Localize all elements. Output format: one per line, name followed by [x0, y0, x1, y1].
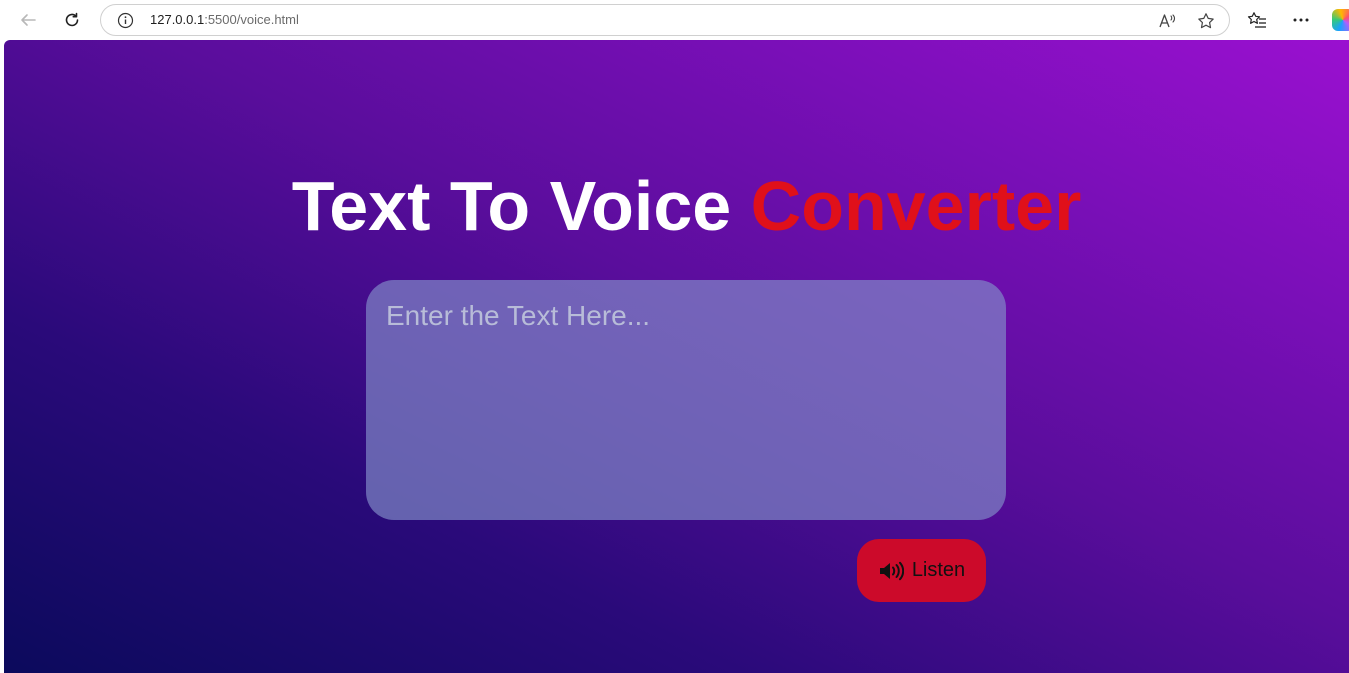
speaker-icon	[878, 561, 904, 581]
page-title: Text To Voice Converter	[4, 166, 1349, 246]
add-favorite-button[interactable]	[1194, 9, 1218, 33]
url-path: :5500/voice.html	[204, 12, 299, 27]
page-title-accent: Converter	[750, 167, 1082, 245]
url-text[interactable]: 127.0.0.1:5500/voice.html	[150, 12, 299, 27]
url-host: 127.0.0.1	[150, 12, 205, 27]
more-button[interactable]	[1289, 8, 1313, 32]
copilot-button[interactable]	[1332, 9, 1349, 31]
listen-button[interactable]: Listen	[857, 539, 986, 602]
info-icon[interactable]	[117, 12, 134, 29]
read-aloud-icon	[1159, 14, 1176, 28]
text-input[interactable]	[366, 280, 1006, 520]
page-title-main: Text To Voice	[291, 167, 751, 245]
more-icon	[1293, 18, 1309, 22]
page-viewport: Text To Voice Converter Listen	[4, 40, 1349, 673]
reload-button[interactable]	[56, 4, 88, 36]
star-icon	[1198, 13, 1214, 29]
browser-toolbar: 127.0.0.1:5500/voice.html	[0, 0, 1349, 40]
favorites-button[interactable]	[1245, 8, 1269, 32]
back-arrow-icon	[21, 14, 36, 26]
reload-icon	[65, 12, 79, 27]
copilot-icon	[1332, 9, 1349, 31]
read-aloud-button[interactable]	[1156, 9, 1180, 33]
back-button[interactable]	[12, 4, 44, 36]
address-bar[interactable]: 127.0.0.1:5500/voice.html	[100, 4, 1230, 36]
listen-button-label: Listen	[911, 559, 966, 581]
favorites-icon	[1247, 12, 1266, 28]
